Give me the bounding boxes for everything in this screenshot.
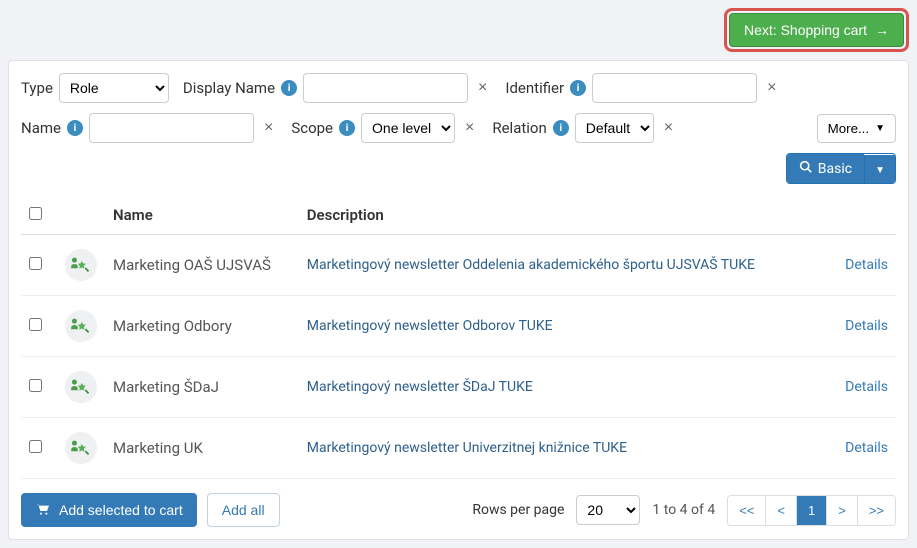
table-footer: Add selected to cart Add all Rows per pa… [21, 493, 896, 527]
table-row: Marketing UKMarketingový newsletter Univ… [21, 418, 896, 479]
table-row: Marketing ŠDaJMarketingový newsletter ŠD… [21, 357, 896, 418]
relation-label: Relation [492, 119, 546, 137]
row-checkbox[interactable] [29, 318, 42, 331]
info-icon[interactable]: i [553, 120, 569, 136]
filter-relation: Relation i Default × [492, 113, 677, 143]
clear-identifier[interactable]: × [763, 79, 780, 97]
add-selected-button[interactable]: Add selected to cart [21, 493, 197, 527]
filter-display-name: Display Name i × [183, 73, 491, 103]
details-link[interactable]: Details [845, 379, 888, 395]
clear-relation[interactable]: × [660, 119, 677, 137]
chevron-down-icon: ▼ [875, 123, 885, 134]
page-first[interactable]: << [728, 496, 766, 525]
relation-select[interactable]: Default [575, 113, 654, 143]
row-description: Marketingový newsletter Odborov TUKE [299, 296, 816, 357]
row-checkbox[interactable] [29, 379, 42, 392]
row-name: Marketing Odbory [105, 296, 299, 357]
main-panel: Type Role Display Name i × Identifier i … [8, 60, 909, 540]
arrow-right-icon: → [875, 22, 889, 38]
identifier-label: Identifier [505, 79, 564, 97]
row-checkbox[interactable] [29, 257, 42, 270]
search-icon [799, 160, 812, 177]
rows-per-page-label: Rows per page [472, 502, 564, 518]
row-checkbox[interactable] [29, 440, 42, 453]
basic-search-button-group: Basic ▼ [786, 153, 896, 184]
basic-search-button[interactable]: Basic [787, 154, 864, 183]
table-row: Marketing OdboryMarketingový newsletter … [21, 296, 896, 357]
page-current[interactable]: 1 [797, 496, 827, 525]
name-input[interactable] [89, 113, 254, 143]
info-icon[interactable]: i [339, 120, 355, 136]
clear-scope[interactable]: × [461, 119, 478, 137]
next-button-label: Next: Shopping cart [744, 22, 867, 38]
add-all-button[interactable]: Add all [207, 493, 280, 527]
display-name-label: Display Name [183, 79, 275, 97]
filter-identifier: Identifier i × [505, 73, 780, 103]
select-all-checkbox[interactable] [29, 207, 42, 220]
row-description: Marketingový newsletter Oddelenia akadem… [299, 235, 816, 296]
info-icon[interactable]: i [67, 120, 83, 136]
next-shopping-cart-button[interactable]: Next: Shopping cart → [729, 13, 904, 47]
display-name-input[interactable] [303, 73, 468, 103]
results-counter: 1 to 4 of 4 [652, 502, 715, 518]
page-last[interactable]: >> [858, 496, 895, 525]
info-icon[interactable]: i [281, 80, 297, 96]
role-icon [65, 310, 97, 342]
identifier-input[interactable] [592, 73, 757, 103]
filter-scope: Scope i One level × [291, 113, 478, 143]
clear-name[interactable]: × [260, 119, 277, 137]
scope-label: Scope [291, 119, 333, 137]
table-row: Marketing OAŠ UJSVAŠMarketingový newslet… [21, 235, 896, 296]
role-icon [65, 371, 97, 403]
next-button-highlight: Next: Shopping cart → [724, 8, 909, 52]
page-prev[interactable]: < [766, 496, 797, 525]
pagination: << < 1 > >> [727, 495, 896, 526]
cart-icon [35, 502, 51, 519]
details-link[interactable]: Details [845, 440, 888, 456]
results-table: Name Description Marketing OAŠ UJSVAŠMar… [21, 196, 896, 479]
clear-display-name[interactable]: × [474, 79, 491, 97]
details-link[interactable]: Details [845, 257, 888, 273]
page-next[interactable]: > [827, 496, 858, 525]
details-link[interactable]: Details [845, 318, 888, 334]
basic-search-dropdown[interactable]: ▼ [864, 155, 895, 183]
more-filters-button[interactable]: More... ▼ [817, 114, 896, 143]
row-name: Marketing OAŠ UJSVAŠ [105, 235, 299, 296]
type-select[interactable]: Role [59, 73, 169, 103]
role-icon [65, 432, 97, 464]
name-label: Name [21, 119, 61, 137]
row-description: Marketingový newsletter ŠDaJ TUKE [299, 357, 816, 418]
role-icon [65, 249, 97, 281]
basic-label: Basic [818, 161, 852, 177]
info-icon[interactable]: i [570, 80, 586, 96]
add-selected-label: Add selected to cart [59, 502, 183, 518]
scope-select[interactable]: One level [361, 113, 455, 143]
filter-type: Type Role [21, 73, 169, 103]
chevron-down-icon: ▼ [875, 165, 885, 176]
more-label: More... [828, 121, 869, 136]
row-description: Marketingový newsletter Univerzitnej kni… [299, 418, 816, 479]
col-header-description: Description [299, 196, 816, 235]
filter-bar: Type Role Display Name i × Identifier i … [21, 73, 896, 143]
rows-per-page-select[interactable]: 20 [576, 495, 640, 525]
col-header-name: Name [105, 196, 299, 235]
row-name: Marketing ŠDaJ [105, 357, 299, 418]
row-name: Marketing UK [105, 418, 299, 479]
type-label: Type [21, 79, 53, 97]
filter-name: Name i × [21, 113, 277, 143]
